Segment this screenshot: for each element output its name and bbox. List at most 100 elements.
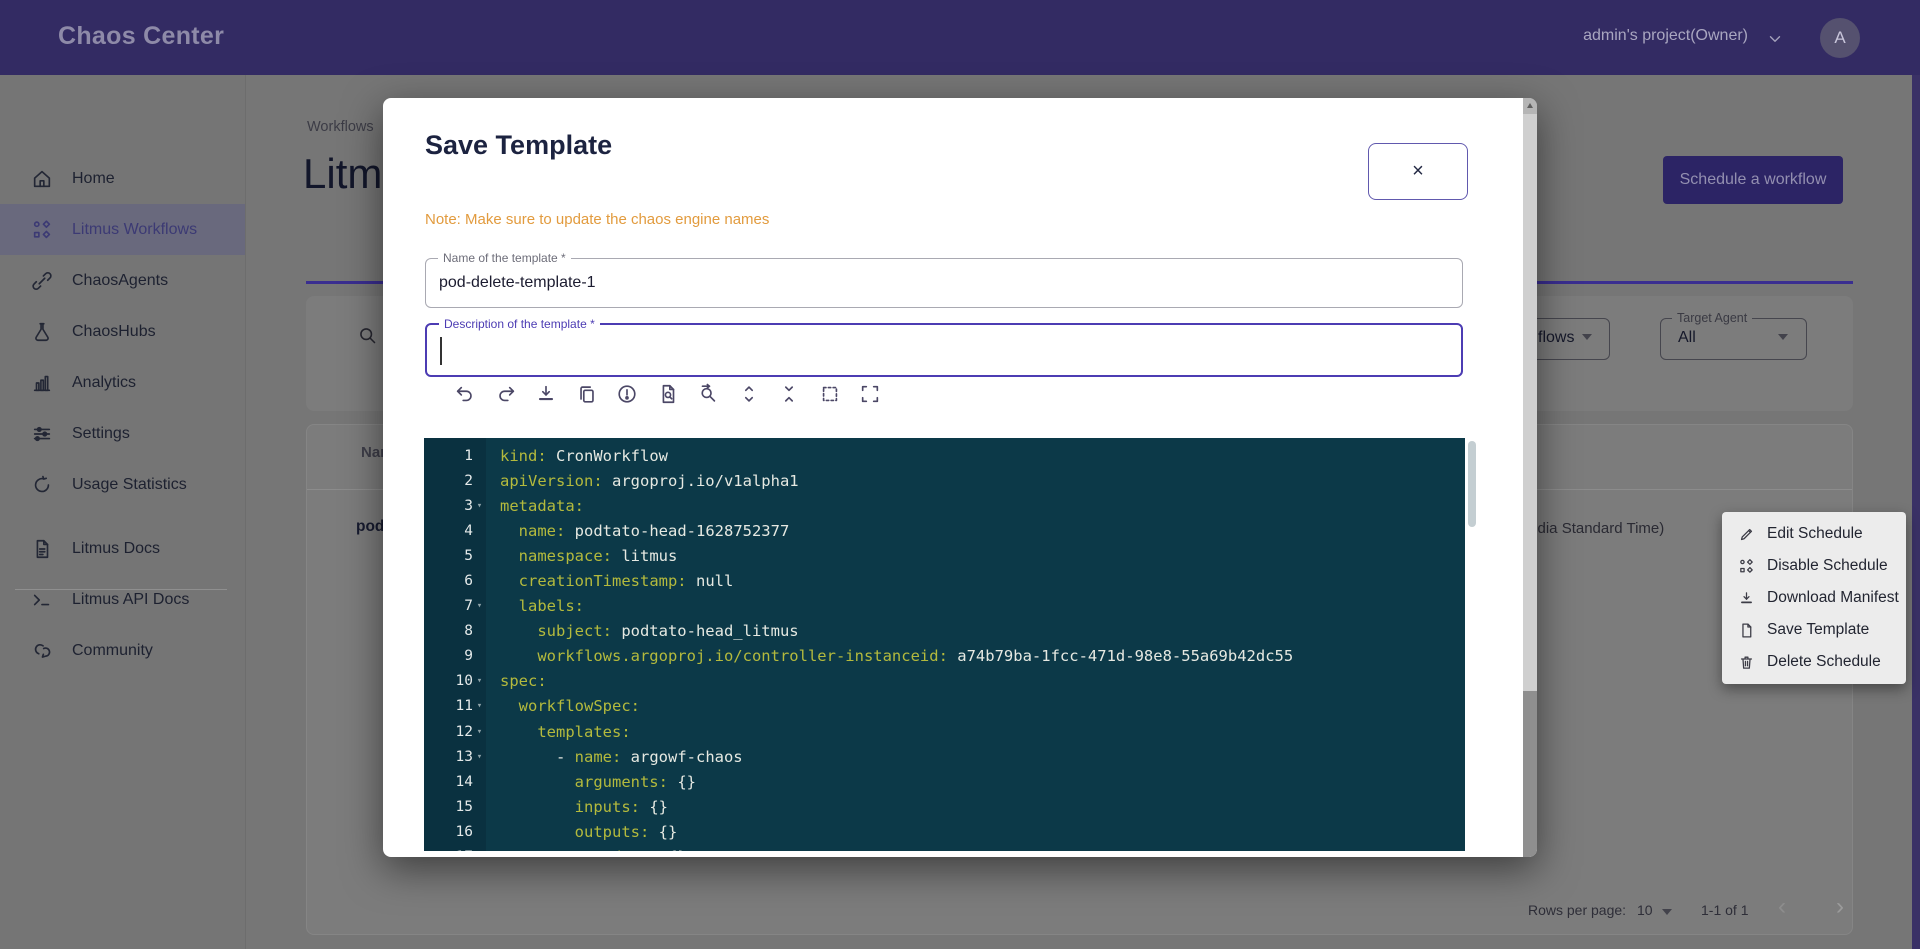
search-icon[interactable] xyxy=(357,325,378,346)
pagination-range: 1-1 of 1 xyxy=(1701,902,1748,918)
toolbar-button[interactable] xyxy=(778,383,800,405)
sidebar-item-label: Analytics xyxy=(72,374,136,392)
template-name-field: Name of the template * xyxy=(425,258,1463,308)
code-text: namespace: litmus xyxy=(486,547,677,565)
modal-title: Save Template xyxy=(425,130,612,161)
sidebar-item-label: Usage Statistics xyxy=(72,476,187,494)
sidebar-item-label: Litmus Workflows xyxy=(72,221,197,239)
line-number: 3▾ xyxy=(424,498,486,514)
template-name-input[interactable] xyxy=(426,259,1462,307)
save-template-modal: Save Template × Note: Make sure to updat… xyxy=(383,98,1537,857)
code-text: metadata: {} xyxy=(486,848,687,851)
select-caret-icon xyxy=(1778,334,1788,340)
line-number: 11▾ xyxy=(424,698,486,714)
chevron-down-icon[interactable] xyxy=(1766,30,1784,48)
code-text: inputs: {} xyxy=(486,798,668,816)
menu-item[interactable]: Save Template xyxy=(1722,614,1906,646)
code-line: 5▾ namespace: litmus xyxy=(424,543,1465,568)
target-agent-label: Target Agent xyxy=(1672,311,1752,325)
fold-arrow-icon[interactable]: ▾ xyxy=(473,701,486,711)
rows-per-page-value[interactable]: 10 xyxy=(1637,902,1653,918)
modal-scrollbar-thumb[interactable] xyxy=(1523,114,1537,691)
menu-item[interactable]: Disable Schedule xyxy=(1722,550,1906,582)
line-number: 15▾ xyxy=(424,799,486,815)
code-text: apiVersion: argoproj.io/v1alpha1 xyxy=(486,472,799,490)
code-line: 8▾ subject: podtato-head_litmus xyxy=(424,619,1465,644)
sidebar-item[interactable]: Usage Statistics xyxy=(0,459,245,510)
code-line: 2▾ apiVersion: argoproj.io/v1alpha1 xyxy=(424,468,1465,493)
sidebar-item[interactable]: Community xyxy=(0,625,245,676)
fold-arrow-icon[interactable]: ▾ xyxy=(473,752,486,762)
project-selector[interactable]: admin's project(Owner) xyxy=(1583,27,1748,45)
toolbar-button[interactable] xyxy=(738,383,760,405)
code-line: 11▾ workflowSpec: xyxy=(424,694,1465,719)
close-button[interactable]: × xyxy=(1368,143,1468,200)
toolbar-button[interactable] xyxy=(535,383,557,405)
code-text: creationTimestamp: null xyxy=(486,572,733,590)
sidebar-item[interactable]: Analytics xyxy=(0,357,245,408)
line-number: 17▾ xyxy=(424,849,486,851)
toolbar-button[interactable] xyxy=(495,383,517,405)
schedule-workflow-button[interactable]: Schedule a workflow xyxy=(1663,156,1843,204)
yaml-editor[interactable]: 1▾ kind: CronWorkflow 2▾ apiVersion: arg… xyxy=(424,438,1465,851)
toolbar-button[interactable] xyxy=(819,383,841,405)
line-number: 10▾ xyxy=(424,673,486,689)
fold-arrow-icon[interactable]: ▾ xyxy=(473,501,486,511)
sidebar-item[interactable]: ChaosHubs xyxy=(0,306,245,357)
page-scrollbar[interactable] xyxy=(1912,75,1920,949)
sidebar-item-icon xyxy=(31,219,53,241)
sidebar-item[interactable]: Litmus API Docs xyxy=(0,574,245,625)
code-line: 14▾ arguments: {} xyxy=(424,769,1465,794)
fold-arrow-icon[interactable]: ▾ xyxy=(473,676,486,686)
fold-arrow-icon[interactable]: ▾ xyxy=(473,601,486,611)
editor-toolbar xyxy=(454,383,881,405)
menu-item[interactable]: Edit Schedule xyxy=(1722,518,1906,550)
sidebar-item[interactable]: Home xyxy=(0,153,245,204)
code-text: workflowSpec: xyxy=(486,697,640,715)
breadcrumb[interactable]: Workflows xyxy=(307,119,374,135)
code-text: name: podtato-head-1628752377 xyxy=(486,522,789,540)
line-number: 8▾ xyxy=(424,623,486,639)
code-line: 15▾ inputs: {} xyxy=(424,794,1465,819)
sidebar-item[interactable]: Litmus Docs xyxy=(0,523,245,574)
sidebar-item-label: ChaosHubs xyxy=(72,323,156,341)
sidebar-item[interactable]: Settings xyxy=(0,408,245,459)
menu-item[interactable]: Download Manifest xyxy=(1722,582,1906,614)
sidebar-item-icon xyxy=(31,168,53,190)
code-line: 3▾ metadata: xyxy=(424,493,1465,518)
toolbar-button[interactable] xyxy=(576,383,598,405)
rows-per-page-caret-icon[interactable] xyxy=(1662,909,1672,915)
menu-item[interactable]: Delete Schedule xyxy=(1722,646,1906,678)
editor-scrollbar-thumb[interactable] xyxy=(1468,441,1476,527)
code-line: 12▾ templates: xyxy=(424,719,1465,744)
previous-page-button[interactable]: ‹ xyxy=(1778,893,1786,921)
line-number: 14▾ xyxy=(424,774,486,790)
fold-arrow-icon[interactable]: ▾ xyxy=(473,727,486,737)
text-cursor xyxy=(440,337,442,365)
sidebar: Home Litmus Workflows ChaosAgents ChaosH… xyxy=(0,75,246,949)
sidebar-nav: Home Litmus Workflows ChaosAgents ChaosH… xyxy=(0,153,245,510)
toolbar-button[interactable] xyxy=(616,383,638,405)
toolbar-button[interactable] xyxy=(859,383,881,405)
sidebar-docs-nav: Litmus Docs Litmus API Docs Community xyxy=(0,523,245,676)
code-line: 9▾ workflows.argoproj.io/controller-inst… xyxy=(424,644,1465,669)
line-number: 1▾ xyxy=(424,448,486,464)
sidebar-item-icon xyxy=(31,589,53,611)
toolbar-button[interactable] xyxy=(454,383,476,405)
modal-scrollbar[interactable] xyxy=(1523,98,1537,857)
template-description-input[interactable] xyxy=(427,325,1461,375)
rows-per-page-label: Rows per page: xyxy=(1528,902,1626,918)
sidebar-item[interactable]: Litmus Workflows xyxy=(0,204,245,255)
sidebar-item-label: Settings xyxy=(72,425,130,443)
toolbar-button[interactable] xyxy=(657,383,679,405)
menu-item-label: Download Manifest xyxy=(1767,589,1899,607)
next-page-button[interactable]: › xyxy=(1836,893,1844,921)
sidebar-item[interactable]: ChaosAgents xyxy=(0,255,245,306)
target-agent-value: All xyxy=(1678,329,1696,347)
code-line: 17▾ metadata: {} xyxy=(424,845,1465,852)
scroll-up-arrow-icon[interactable] xyxy=(1523,98,1537,114)
sidebar-item-label: ChaosAgents xyxy=(72,272,168,290)
avatar[interactable]: A xyxy=(1820,18,1860,58)
toolbar-button[interactable] xyxy=(697,383,719,405)
menu-item-icon xyxy=(1738,558,1755,575)
